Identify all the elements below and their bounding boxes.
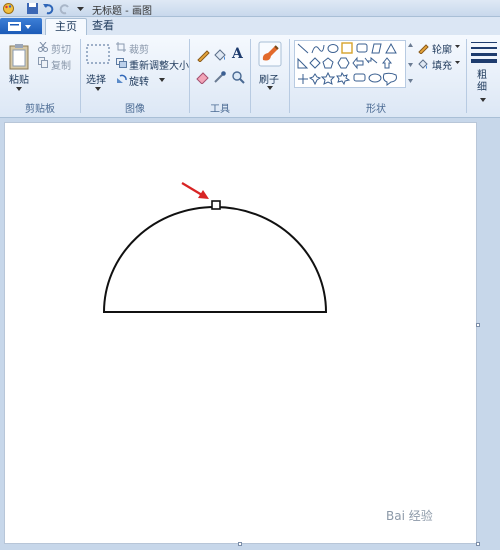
- file-menu-icon: [8, 22, 31, 31]
- watermark-text: Bai 经验: [386, 509, 433, 523]
- title-bar: 无标题 - 画图: [0, 0, 500, 17]
- drawing-canvas[interactable]: [4, 122, 477, 544]
- tab-view[interactable]: 查看: [83, 18, 123, 35]
- line-size-icon: [471, 42, 497, 63]
- canvas-resize-handle-corner[interactable]: [476, 542, 480, 546]
- fill-dropdown-icon: [455, 61, 460, 64]
- canvas-resize-handle-right[interactable]: [476, 323, 480, 327]
- pencil-icon[interactable]: [196, 48, 210, 62]
- crop-button[interactable]: 裁剪: [129, 41, 149, 56]
- brushes-label: 刷子: [259, 75, 279, 86]
- paste-label: 粘贴: [9, 75, 29, 86]
- save-icon[interactable]: [26, 2, 39, 15]
- shapes-gallery[interactable]: [294, 40, 406, 88]
- cut-button[interactable]: 剪切: [51, 41, 71, 56]
- select-icon: [86, 44, 110, 64]
- color-picker-icon[interactable]: [213, 70, 227, 84]
- select-label: 选择: [86, 75, 106, 86]
- knob-rectangle: [211, 200, 221, 210]
- paste-button[interactable]: 粘贴: [4, 39, 34, 97]
- workspace: [0, 118, 500, 550]
- fill-bucket-icon[interactable]: [213, 48, 227, 62]
- outline-dropdown-icon: [455, 45, 460, 48]
- magnifier-icon[interactable]: [231, 70, 245, 84]
- size-group[interactable]: 粗细: [468, 35, 500, 118]
- outline-button[interactable]: 轮廓: [432, 41, 452, 56]
- copy-button[interactable]: 复制: [51, 57, 71, 72]
- tab-home[interactable]: 主页: [45, 18, 87, 35]
- eraser-icon[interactable]: [196, 70, 210, 84]
- ribbon-tabs: 主页 查看: [0, 17, 500, 35]
- resize-icon: [116, 58, 127, 68]
- canvas-resize-handle-bottom[interactable]: [238, 542, 242, 546]
- brush-icon: [258, 41, 282, 67]
- shapes-group-label: 形状: [366, 104, 386, 115]
- outline-icon: [418, 44, 429, 54]
- resize-button[interactable]: 重新调整大小: [129, 57, 189, 72]
- rotate-dropdown-icon: [159, 78, 165, 82]
- size-label: 粗细: [477, 70, 487, 93]
- select-button[interactable]: 选择: [84, 39, 112, 97]
- paint-app-icon: [3, 3, 14, 14]
- brushes-group[interactable]: 刷子: [251, 35, 289, 118]
- text-tool-icon[interactable]: A: [232, 46, 243, 62]
- fill-button[interactable]: 填充: [432, 57, 452, 72]
- redo-icon[interactable]: [58, 2, 71, 15]
- paste-icon: [9, 44, 29, 70]
- shapes-gallery-icons: [297, 42, 397, 86]
- rotate-icon: [117, 74, 127, 83]
- shapes-scroll-icons[interactable]: [407, 41, 414, 87]
- brushes-dropdown-icon: [267, 86, 273, 90]
- ribbon: 粘贴 剪切 复制 剪贴板 选择 裁剪 重新调整大小 旋转 图像 A 工具 刷子 …: [0, 35, 500, 118]
- canvas-drawing: [102, 182, 328, 313]
- tools-group-label: 工具: [210, 104, 230, 115]
- undo-icon[interactable]: [42, 2, 55, 15]
- qat-dropdown-icon[interactable]: [74, 2, 87, 15]
- size-dropdown-icon: [480, 98, 486, 102]
- cut-icon: [38, 42, 48, 52]
- clipboard-group: 粘贴 剪切 复制 剪贴板: [0, 35, 80, 118]
- crop-icon: [116, 42, 126, 52]
- file-menu-button[interactable]: [0, 18, 42, 34]
- window-title: 无标题 - 画图: [92, 6, 152, 17]
- tools-group: A 工具: [190, 35, 250, 118]
- semicircle-shape: [102, 206, 328, 313]
- clipboard-group-label: 剪贴板: [25, 104, 55, 115]
- rotate-button[interactable]: 旋转: [129, 73, 149, 88]
- red-arrow-line: [181, 182, 203, 196]
- baidu-watermark: Bai 经验: [386, 507, 433, 524]
- select-dropdown-icon: [95, 87, 101, 91]
- shapes-group: 轮廓 填充 形状: [290, 35, 462, 118]
- copy-icon: [38, 57, 48, 68]
- fill-icon: [418, 59, 428, 69]
- group-divider: [466, 39, 467, 113]
- image-group-label: 图像: [125, 104, 145, 115]
- paste-dropdown-icon: [16, 87, 22, 91]
- image-group: 选择 裁剪 重新调整大小 旋转 图像: [81, 35, 189, 118]
